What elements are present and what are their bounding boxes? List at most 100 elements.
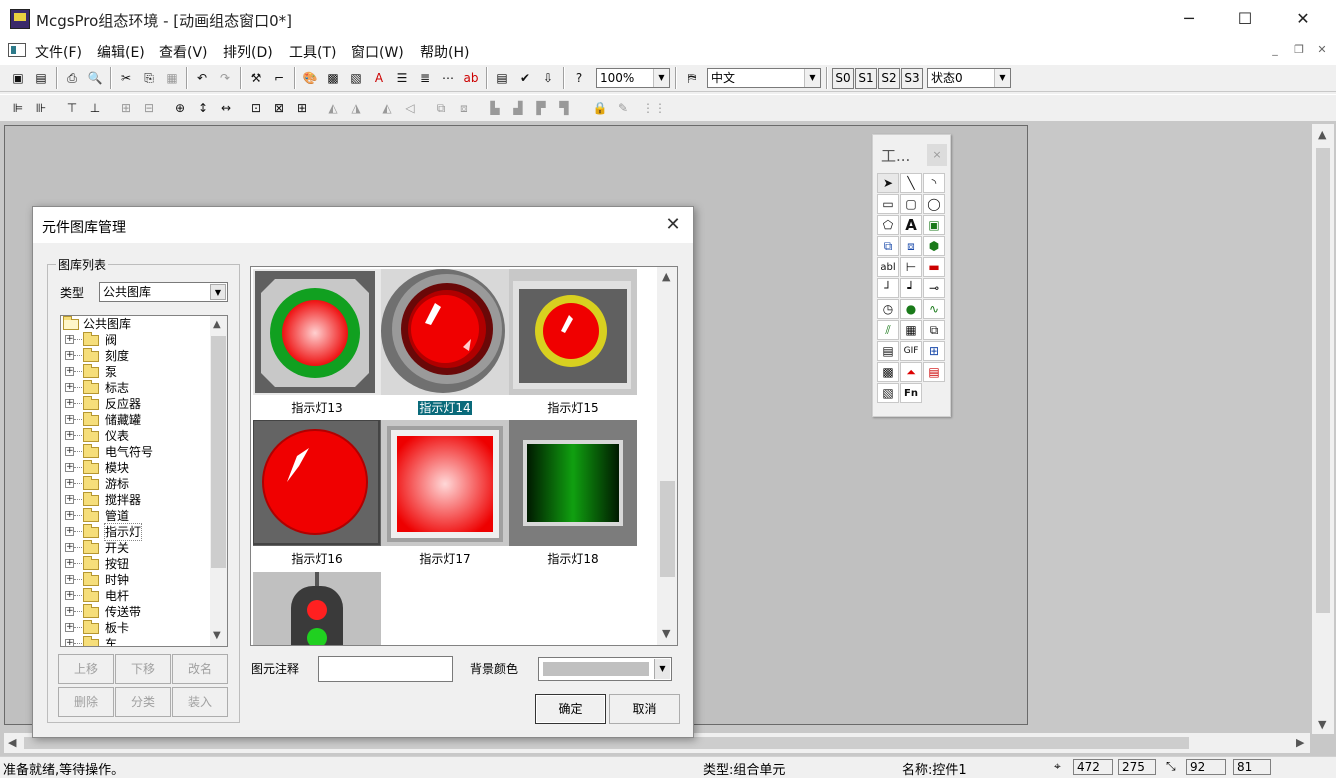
language-icon[interactable]: ⛿: [682, 68, 702, 88]
tree-item[interactable]: + 模块: [61, 460, 211, 476]
scroll-down-icon[interactable]: ▼: [213, 630, 221, 641]
menu-view[interactable]: 查看(V): [159, 42, 208, 62]
menu-tools[interactable]: 工具(T): [289, 42, 336, 62]
line-tool-icon[interactable]: ╲: [900, 173, 922, 193]
ellipse-tool-icon[interactable]: ◯: [923, 194, 945, 214]
grid-align-icon[interactable]: ⌐: [269, 68, 289, 88]
tree-item[interactable]: + 指示灯: [61, 523, 211, 541]
state-s0-button[interactable]: S0: [832, 68, 854, 89]
tree-root[interactable]: 公共图库: [61, 316, 211, 332]
dash-style-icon[interactable]: ⋯: [438, 68, 458, 88]
tree-item[interactable]: + 时钟: [61, 572, 211, 588]
paste-icon[interactable]: ▦: [162, 68, 182, 88]
expand-icon[interactable]: +: [65, 527, 74, 536]
gallery-item[interactable]: 指示灯13: [253, 269, 381, 419]
expand-icon[interactable]: +: [65, 383, 74, 392]
tree-item[interactable]: + 管道: [61, 508, 211, 524]
tree-item[interactable]: + 开关: [61, 540, 211, 556]
lock-icon[interactable]: 🔒: [590, 98, 610, 118]
pipe-tool-icon[interactable]: ┙: [900, 278, 922, 298]
expand-icon[interactable]: +: [65, 495, 74, 504]
flip-h-icon[interactable]: ◭: [377, 98, 397, 118]
workspace-vertical-scrollbar[interactable]: ▲ ▼: [1312, 124, 1334, 734]
tree-item[interactable]: + 按钮: [61, 556, 211, 572]
report-tool-icon[interactable]: ▤: [877, 341, 899, 361]
fill-color-icon[interactable]: ▩: [323, 68, 343, 88]
same-width-icon[interactable]: ↔: [216, 98, 236, 118]
expand-icon[interactable]: +: [65, 607, 74, 616]
image-tool-icon[interactable]: ▧: [877, 383, 899, 403]
expand-icon[interactable]: +: [65, 639, 74, 646]
menu-file[interactable]: 文件(F): [35, 42, 82, 62]
tree-item[interactable]: + 游标: [61, 476, 211, 492]
ungroup-icon[interactable]: ⧈: [454, 98, 474, 118]
flow-line-tool-icon[interactable]: ┘: [877, 278, 899, 298]
expand-icon[interactable]: +: [65, 447, 74, 456]
line-style-icon[interactable]: ☰: [392, 68, 412, 88]
qr-code-tool-icon[interactable]: ▩: [877, 362, 899, 382]
classify-button[interactable]: 分类: [115, 687, 171, 717]
rename-button[interactable]: 改名: [172, 654, 228, 684]
expand-icon[interactable]: +: [65, 623, 74, 632]
state-s1-button[interactable]: S1: [855, 68, 877, 89]
scroll-up-icon[interactable]: ▲: [213, 319, 221, 330]
tree-item[interactable]: + 储藏罐: [61, 412, 211, 428]
gallery-item[interactable]: 指示灯15: [509, 269, 637, 419]
scroll-up-icon[interactable]: ▲: [1318, 128, 1326, 141]
font-icon[interactable]: A: [369, 68, 389, 88]
flip-v-icon[interactable]: ◁: [400, 98, 420, 118]
toolbox-close-icon[interactable]: ×: [927, 144, 947, 166]
new-window-icon[interactable]: ▣: [8, 68, 28, 88]
help-icon[interactable]: ?: [569, 68, 589, 88]
scroll-up-icon[interactable]: ▲: [662, 270, 670, 283]
tree-item[interactable]: + 标志: [61, 380, 211, 396]
backward-icon[interactable]: ▜: [554, 98, 574, 118]
component-gallery[interactable]: 指示灯13 指示灯14 指示灯15 指示灯16 指示灯17 指示灯18: [250, 266, 678, 646]
expand-icon[interactable]: +: [65, 559, 74, 568]
state-s2-button[interactable]: S2: [878, 68, 900, 89]
tree-item[interactable]: + 传送带: [61, 604, 211, 620]
menu-help[interactable]: 帮助(H): [420, 42, 469, 62]
gallery-item[interactable]: 指示灯16: [253, 420, 381, 570]
tree-item[interactable]: + 电气符号: [61, 444, 211, 460]
delete-button[interactable]: 删除: [58, 687, 114, 717]
print-icon[interactable]: ⎙: [62, 68, 82, 88]
slider-tool-icon[interactable]: ⊢: [900, 257, 922, 277]
tree-item[interactable]: + 泵: [61, 364, 211, 380]
table-tool-icon[interactable]: ▦: [900, 320, 922, 340]
rectangle-tool-icon[interactable]: ▭: [877, 194, 899, 214]
bitmap-tool-icon[interactable]: ▣: [923, 215, 945, 235]
state-s3-button[interactable]: S3: [901, 68, 923, 89]
close-button[interactable]: ✕: [1280, 6, 1326, 34]
expand-icon[interactable]: +: [65, 575, 74, 584]
text-label-icon[interactable]: ab: [461, 68, 481, 88]
expand-icon[interactable]: +: [65, 335, 74, 344]
tree-item[interactable]: + 搅拌器: [61, 492, 211, 508]
mdi-restore-icon[interactable]: ❐: [1290, 43, 1308, 59]
align-center-h-icon[interactable]: ⊟: [139, 98, 159, 118]
print-preview-icon[interactable]: 🔍: [85, 68, 105, 88]
same-size-icon[interactable]: ⊕: [170, 98, 190, 118]
mdi-minimize-icon[interactable]: _: [1266, 43, 1284, 59]
state-select[interactable]: 状态0 ▼: [927, 68, 1011, 88]
expand-icon[interactable]: +: [65, 543, 74, 552]
library-tree[interactable]: 公共图库 + 阀 + 刻度 + 泵 + 标志 + 反应器 + 储藏罐 + 仪表 + 电气符号 + 模块 + 游标 + 搅拌…: [60, 315, 228, 647]
gallery-item[interactable]: 指示灯18: [509, 420, 637, 570]
align-center-v-icon[interactable]: ⊞: [116, 98, 136, 118]
ok-button[interactable]: 确定: [535, 694, 606, 724]
expand-icon[interactable]: +: [65, 463, 74, 472]
dialog-close-icon[interactable]: ✕: [661, 213, 685, 237]
redo-icon[interactable]: ↷: [215, 68, 235, 88]
expand-icon[interactable]: +: [65, 511, 74, 520]
expand-icon[interactable]: +: [65, 367, 74, 376]
note-input[interactable]: [318, 656, 453, 682]
tree-item[interactable]: + 阀: [61, 332, 211, 348]
switch-tool-icon[interactable]: ⊸: [923, 278, 945, 298]
bring-front-icon[interactable]: ▙: [485, 98, 505, 118]
chart-tool-icon[interactable]: ⫽: [877, 320, 899, 340]
download-icon[interactable]: ⇩: [538, 68, 558, 88]
tree-item[interactable]: + 刻度: [61, 348, 211, 364]
zoom-select[interactable]: 100% ▼: [596, 68, 670, 88]
minimize-button[interactable]: ─: [1166, 6, 1212, 34]
forward-icon[interactable]: ▛: [531, 98, 551, 118]
